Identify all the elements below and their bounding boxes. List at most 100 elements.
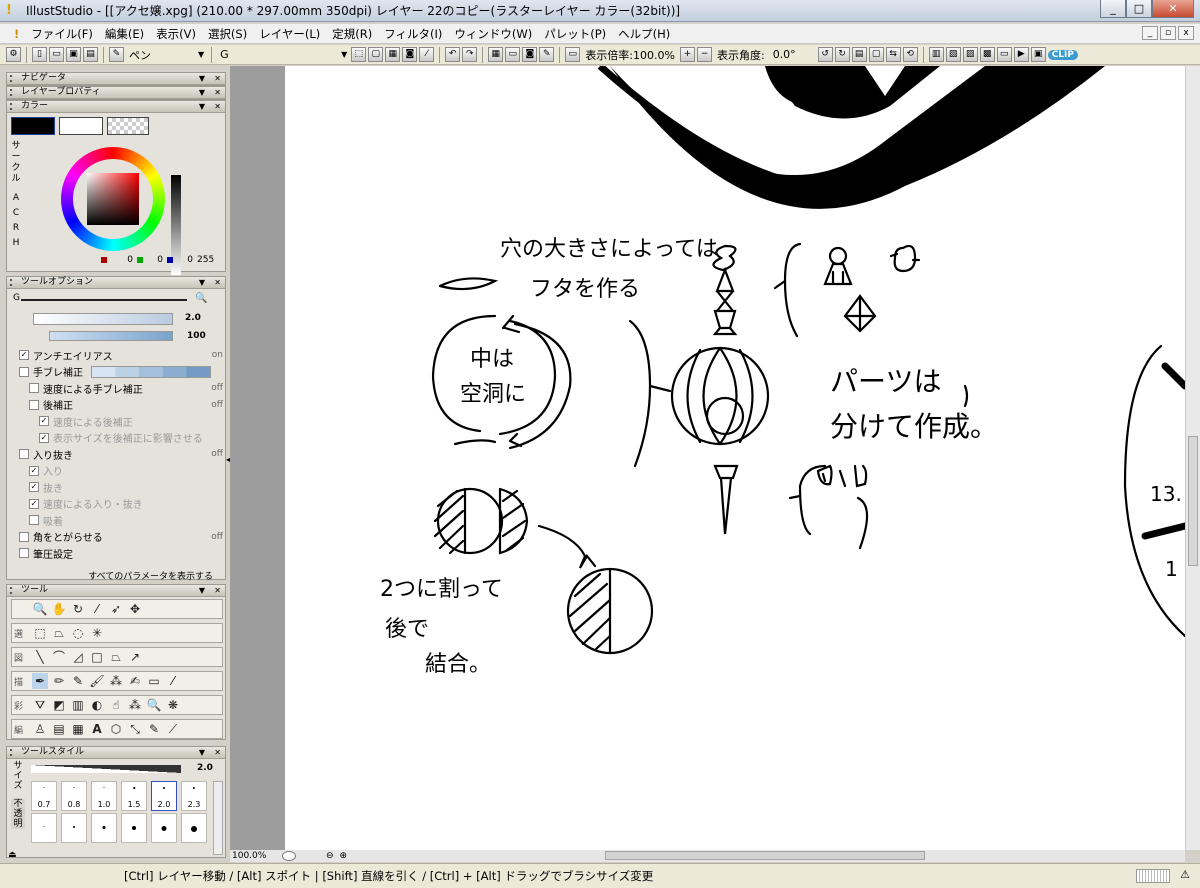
save-icon[interactable]: ▣ bbox=[66, 47, 81, 62]
tab-h[interactable]: H bbox=[9, 238, 23, 249]
minimize-button[interactable]: _ bbox=[1100, 0, 1126, 18]
menu-select[interactable]: 選択(S) bbox=[202, 26, 253, 42]
show-all-params-link[interactable]: すべてのパラメータを表示する bbox=[88, 569, 213, 582]
curve-tool-icon[interactable]: ⌒ bbox=[51, 649, 67, 665]
rect-tool-icon[interactable]: □ bbox=[89, 649, 105, 665]
rect-select-icon[interactable]: ⬚ bbox=[32, 625, 48, 641]
spray-tool-icon[interactable]: ⁂ bbox=[127, 697, 143, 713]
line-edit-tool-icon[interactable]: ⟋ bbox=[165, 721, 181, 737]
option-checkbox[interactable] bbox=[29, 399, 39, 410]
actual-size-icon[interactable]: ▢ bbox=[868, 47, 884, 62]
transform-tool-icon[interactable]: ⤡ bbox=[127, 721, 143, 737]
tab-r[interactable]: R bbox=[9, 223, 23, 234]
option-row[interactable]: 入り抜き off bbox=[11, 446, 223, 462]
brush-size-cell[interactable] bbox=[31, 813, 57, 843]
stabilizer-level-bar[interactable] bbox=[91, 365, 211, 378]
tab-circle[interactable]: サークル bbox=[9, 141, 23, 185]
brush-size-cell[interactable] bbox=[61, 813, 87, 843]
eraser-tool-icon[interactable]: ▭ bbox=[146, 673, 162, 689]
brush-size-cell[interactable]: 1.0 bbox=[91, 781, 117, 811]
collapse-icon[interactable]: ▼ bbox=[199, 73, 205, 84]
option-row[interactable]: 角をとがらせる off bbox=[11, 529, 223, 545]
object-tool-icon[interactable]: ⬡ bbox=[108, 721, 124, 737]
sub-color-swatch[interactable] bbox=[59, 117, 103, 135]
palette-icon[interactable]: ▥ bbox=[928, 47, 944, 62]
collapse-icon[interactable]: ▼ bbox=[199, 277, 205, 288]
gradient-tool-icon[interactable]: ▥ bbox=[70, 697, 86, 713]
flip-icon[interactable]: ⇆ bbox=[885, 47, 901, 62]
grip-icon[interactable] bbox=[10, 749, 16, 756]
airbrush-tool-icon[interactable]: ⁂ bbox=[108, 673, 124, 689]
selection-icon[interactable]: ⬚ bbox=[351, 47, 367, 62]
open-folder-icon[interactable]: ▭ bbox=[49, 47, 64, 62]
polygon-select-icon[interactable]: ⏢ bbox=[51, 625, 67, 641]
window-icon[interactable]: ▣ bbox=[1030, 47, 1046, 62]
tab-opacity[interactable]: 不透明 bbox=[11, 799, 25, 829]
brush-size-cell[interactable] bbox=[181, 813, 207, 843]
polyline-tool-icon[interactable]: ◿ bbox=[70, 649, 86, 665]
scroll-thumb[interactable] bbox=[1188, 436, 1198, 566]
grip-icon[interactable] bbox=[10, 587, 16, 594]
panel-close-icon[interactable]: ✕ bbox=[214, 585, 221, 596]
tab-a[interactable]: A bbox=[9, 193, 23, 204]
tool-dropdown-arrow-icon[interactable]: ▼ bbox=[196, 50, 206, 59]
option-row[interactable]: 筆圧設定 bbox=[11, 545, 223, 561]
tab-c[interactable]: C bbox=[9, 208, 23, 219]
smudge-tool-icon[interactable]: ☝ bbox=[108, 697, 124, 713]
balloon-tool-icon[interactable]: ✎ bbox=[146, 721, 162, 737]
hue-ring[interactable] bbox=[61, 147, 165, 251]
canvas-area[interactable]: 穴の大きさによっては フタを作る 中は 空洞に パーツは 分けて作成。 2つに割… bbox=[230, 66, 1185, 850]
panel-header[interactable]: ツール ▼ ✕ bbox=[7, 585, 225, 597]
zoom-in-small-icon[interactable]: ⊕ bbox=[340, 851, 348, 861]
brush-size-cell[interactable]: 2.0 bbox=[151, 781, 177, 811]
collapse-icon[interactable]: ▼ bbox=[199, 747, 205, 758]
drawing-paper[interactable]: 穴の大きさによっては フタを作る 中は 空洞に パーツは 分けて作成。 2つに割… bbox=[285, 66, 1185, 850]
zoom-out-icon[interactable]: − bbox=[696, 47, 712, 62]
style-scrollbar[interactable] bbox=[213, 781, 223, 855]
doc-minimize-button[interactable]: _ bbox=[1142, 26, 1158, 40]
brush-size-cell[interactable] bbox=[151, 813, 177, 843]
zoom-tool-icon[interactable]: 🔍 bbox=[32, 601, 48, 617]
preview-tools-icon[interactable]: 🔍 bbox=[195, 293, 207, 304]
move-tool-icon[interactable]: ✥ bbox=[127, 601, 143, 617]
ruler-icon[interactable]: ▭ bbox=[505, 47, 521, 62]
menu-palette[interactable]: パレット(P) bbox=[538, 26, 612, 42]
crop-icon[interactable]: ▢ bbox=[368, 47, 384, 62]
watercolor-tool-icon[interactable]: ✍ bbox=[127, 673, 143, 689]
pen-tool-icon[interactable]: ✒ bbox=[32, 673, 48, 689]
size-slider[interactable] bbox=[33, 313, 173, 325]
marker-tool-icon[interactable]: ✎ bbox=[70, 673, 86, 689]
panel-header[interactable]: ナビゲータ ▼ ✕ bbox=[7, 73, 225, 85]
option-checkbox[interactable]: ✓ bbox=[19, 350, 29, 360]
panel-header[interactable]: レイヤープロパティ ▼ ✕ bbox=[7, 87, 225, 99]
view-frame-icon[interactable]: ▭ bbox=[565, 47, 581, 62]
new-file-icon[interactable]: ▯ bbox=[32, 47, 47, 62]
option-checkbox[interactable] bbox=[19, 531, 29, 542]
option-row[interactable]: 速度による手ブレ補正 off bbox=[11, 380, 223, 396]
fit-window-icon[interactable]: ▤ bbox=[851, 47, 867, 62]
grid-icon[interactable]: ▦ bbox=[488, 47, 504, 62]
pen-pressure-icon[interactable]: ✎ bbox=[539, 47, 555, 62]
ruler-tool-icon[interactable]: ↗ bbox=[127, 649, 143, 665]
panel-close-icon[interactable]: ✕ bbox=[214, 747, 221, 758]
brush-size-cell[interactable]: 1.5 bbox=[121, 781, 147, 811]
menu-filter[interactable]: フィルタ(I) bbox=[378, 26, 448, 42]
zoom-out-small-icon[interactable]: ⊖ bbox=[326, 851, 334, 861]
blend-tool-icon[interactable]: ◐ bbox=[89, 697, 105, 713]
option-row[interactable]: ✓ アンチエイリアス on bbox=[11, 347, 223, 363]
text-tool-icon[interactable]: A bbox=[89, 721, 105, 737]
option-checkbox[interactable] bbox=[19, 548, 29, 558]
zoom-readout[interactable]: 100.0% bbox=[230, 851, 280, 861]
tone-tool-icon[interactable]: ▦ bbox=[70, 721, 86, 737]
transparent-swatch[interactable] bbox=[107, 117, 149, 135]
panel-header[interactable]: ツールオプション ▼ ✕ bbox=[7, 277, 225, 289]
vertical-scrollbar[interactable] bbox=[1185, 66, 1200, 850]
reset-view-icon[interactable]: ⟲ bbox=[902, 47, 918, 62]
clip-badge[interactable]: CLIP bbox=[1047, 49, 1078, 60]
hand-tool-icon[interactable]: ✋ bbox=[51, 601, 67, 617]
panel-close-icon[interactable]: ✕ bbox=[214, 73, 221, 84]
pencil-tool-icon[interactable]: ✏ bbox=[51, 673, 67, 689]
rotate-right-icon[interactable]: ↻ bbox=[834, 47, 850, 62]
pen-tool-icon[interactable]: ✎ bbox=[109, 47, 124, 62]
density-value[interactable]: 100 bbox=[187, 331, 206, 341]
